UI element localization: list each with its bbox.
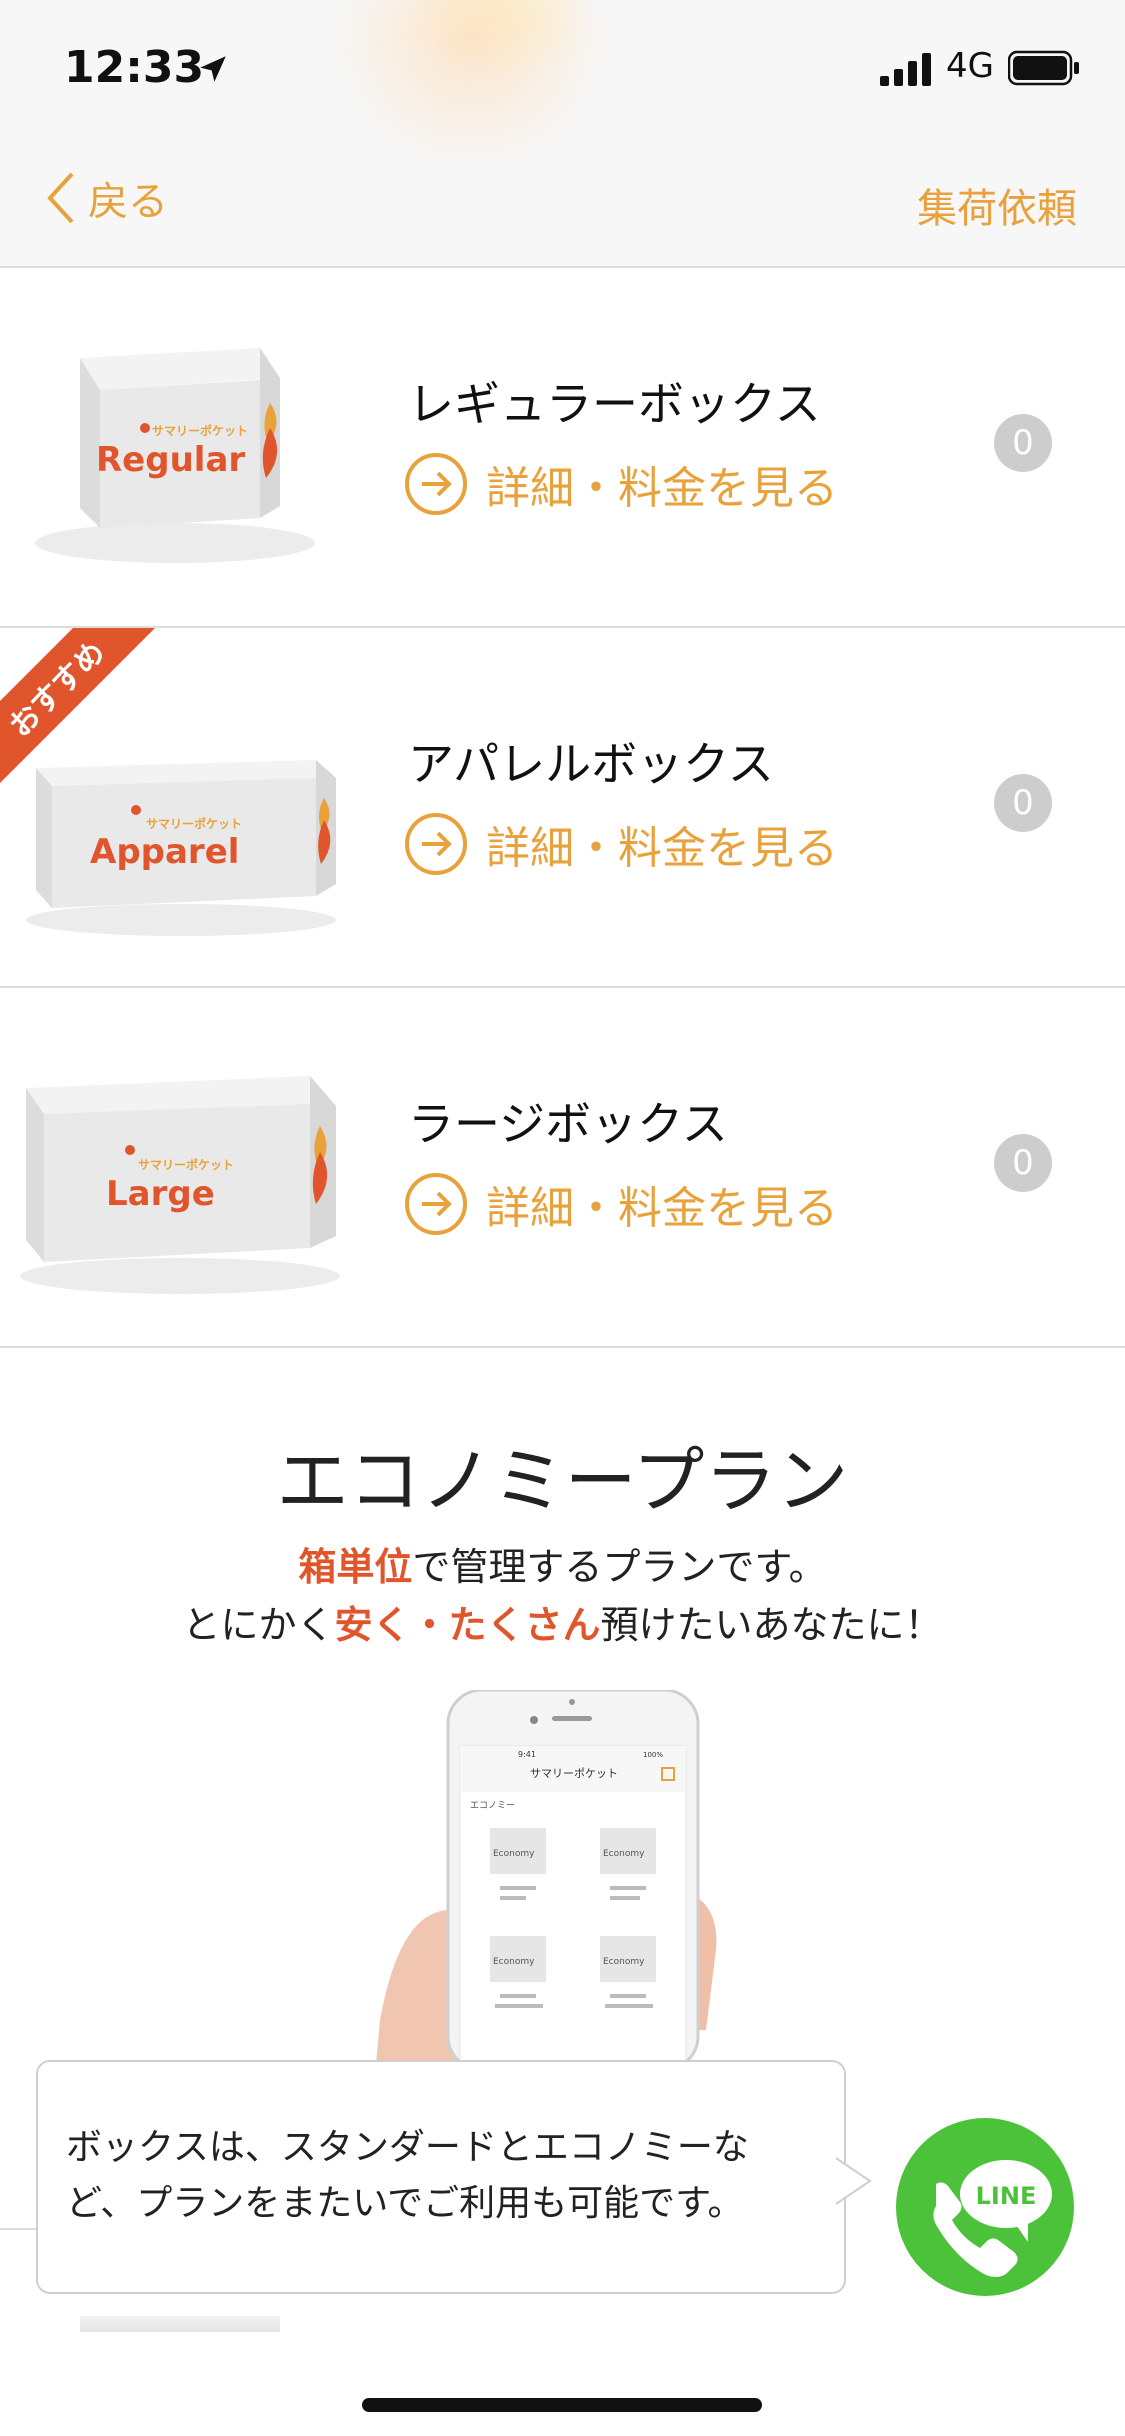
box-name: アパレルボックス (408, 737, 774, 791)
battery-icon (1008, 50, 1079, 86)
arrow-circle-right-icon (405, 1173, 467, 1235)
tooltip-arrow (836, 2157, 872, 2205)
phone-box-label: Economy (603, 1849, 645, 1859)
apparel-box-brand: サマリーポケット (146, 817, 243, 831)
signal-icon (880, 53, 931, 86)
large-box-brand: サマリーポケット (138, 1158, 235, 1172)
box-row-large[interactable]: サマリーポケット Large ラージボックス 詳細・料金を見る 0 (0, 988, 1125, 1348)
arrow-circle-right-icon (405, 813, 467, 875)
box-row-regular[interactable]: サマリーポケット Regular レギュラーボックス 詳細・料金を見る 0 (0, 268, 1125, 628)
location-arrow-icon (200, 56, 226, 82)
large-box-label: Large (106, 1174, 215, 1214)
home-indicator (362, 2398, 762, 2412)
line-phone-icon: LINE (933, 2160, 1052, 2277)
phone-hand-illustration: 9:41 100% サマリーポケット エコノミー Economy Economy… (375, 1690, 717, 2070)
line-chat-button[interactable]: LINE (896, 2118, 1074, 2296)
economy-line1-rest: で管理するプランです。 (412, 1545, 827, 1589)
top-bar: 12:33 4G 戻る 集荷依頼 (0, 0, 1125, 268)
pickup-request-button[interactable]: 集荷依頼 (917, 176, 1077, 234)
large-box-image (20, 1076, 340, 1294)
count-badge: 0 (994, 774, 1052, 832)
chevron-left-icon (47, 172, 74, 224)
count-badge: 0 (994, 1134, 1052, 1192)
detail-link[interactable]: 詳細・料金を見る (404, 1172, 838, 1236)
phone-box-label: Economy (603, 1957, 645, 1967)
phone-screen-battery: 100% (643, 1751, 663, 1759)
phone-box-label: Economy (493, 1957, 535, 1967)
box-name: ラージボックス (408, 1097, 728, 1151)
phone-screen-header: サマリーポケット (530, 1767, 618, 1780)
count-badge: 0 (994, 414, 1052, 472)
economy-accent-cheap: 安く・たくさん (334, 1603, 601, 1647)
detail-link-label: 詳細・料金を見る (486, 463, 838, 514)
box-name: レギュラーボックス (408, 377, 821, 431)
phone-screen-time: 9:41 (518, 1750, 536, 1759)
economy-description-line1: 箱単位で管理するプランです。 (0, 1536, 1125, 1591)
regular-box-label: Regular (96, 440, 246, 480)
tooltip-line2: ど、プランをまたいでご利用も可能です。 (66, 2183, 744, 2224)
economy-description-line2: とにかく安く・たくさん預けたいあなたに！ (0, 1594, 1125, 1649)
back-button[interactable]: 戻る (46, 168, 168, 228)
detail-link-label: 詳細・料金を見る (486, 1183, 838, 1234)
back-label: 戻る (88, 179, 168, 225)
row-divider (0, 2228, 36, 2230)
regular-box-brand: サマリーポケット (152, 424, 249, 438)
detail-link-label: 詳細・料金を見る (486, 823, 838, 874)
detail-link[interactable]: 詳細・料金を見る (404, 452, 838, 516)
economy-plan-title: エコノミープラン (276, 1439, 849, 1523)
info-tooltip: ボックスは、スタンダードとエコノミーな ど、プランをまたいでご利用も可能です。 (36, 2060, 846, 2294)
box-row-apparel[interactable]: おすすめ サマリーポケット Apparel アパレルボックス 詳細・料金を見る … (0, 628, 1125, 988)
economy-line2-post: 預けたいあなたに！ (600, 1603, 943, 1647)
economy-accent-unit: 箱単位 (298, 1545, 413, 1589)
network-type: 4G (946, 46, 994, 86)
apparel-box-label: Apparel (90, 832, 240, 872)
status-time: 12:33 (64, 42, 205, 93)
detail-link[interactable]: 詳細・料金を見る (404, 812, 838, 876)
tooltip-line1: ボックスは、スタンダードとエコノミーな (66, 2127, 749, 2168)
phone-box-label: Economy (493, 1849, 535, 1859)
economy-line2-pre: とにかく (182, 1603, 335, 1647)
phone-screen-section: エコノミー (470, 1801, 515, 1811)
economy-box-peek (80, 2316, 280, 2332)
arrow-circle-right-icon (405, 453, 467, 515)
line-label: LINE (976, 2182, 1037, 2210)
